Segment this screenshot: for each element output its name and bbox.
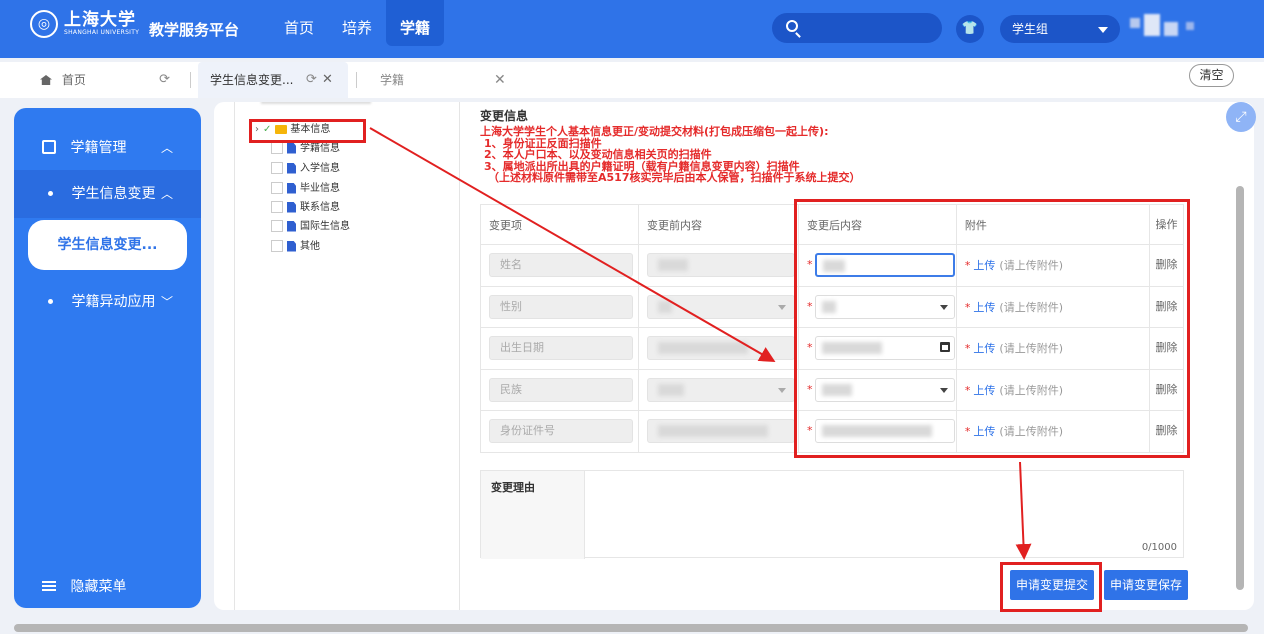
annotation-arrow: [369, 127, 776, 362]
annotation-arrows: [369, 127, 1032, 560]
annotation-arrow: [1015, 461, 1032, 560]
